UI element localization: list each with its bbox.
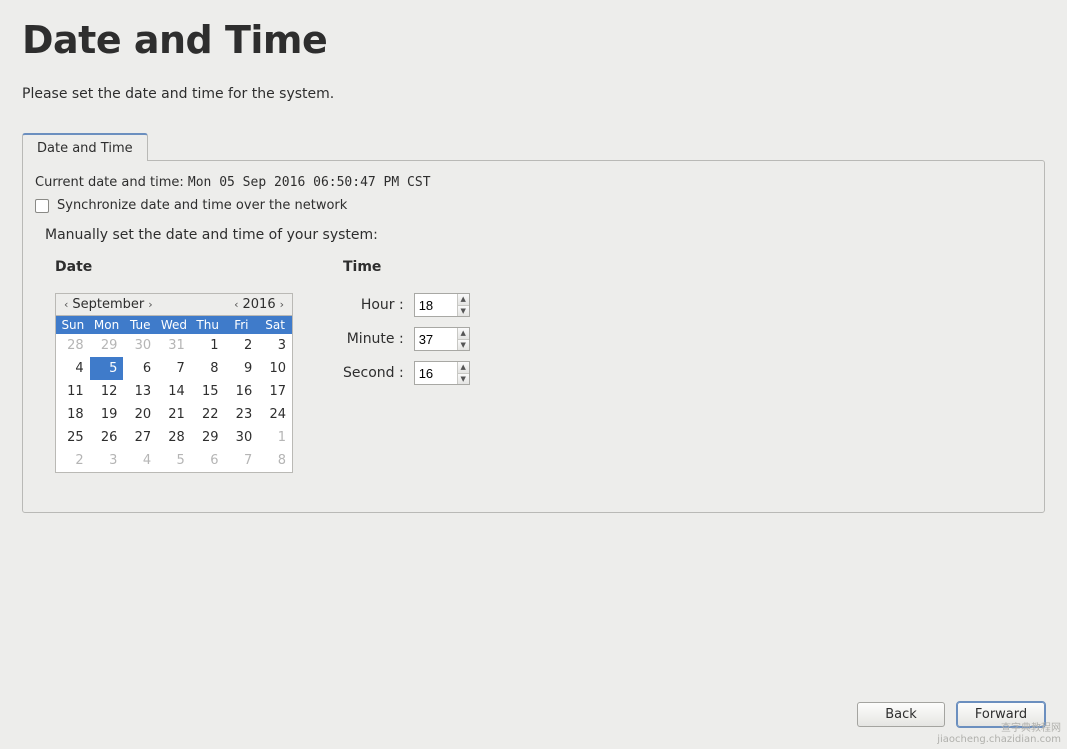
calendar-day[interactable]: 21: [157, 403, 191, 426]
calendar-weekday-header: Tue: [123, 316, 157, 334]
calendar-weekday-header: Sun: [56, 316, 90, 334]
calendar-day[interactable]: 30: [225, 426, 259, 449]
calendar-day[interactable]: 7: [157, 357, 191, 380]
second-input[interactable]: [415, 362, 457, 384]
calendar-day[interactable]: 1: [191, 334, 225, 357]
current-datetime-value: Mon 05 Sep 2016 06:50:47 PM CST: [188, 175, 431, 190]
calendar-day[interactable]: 18: [56, 403, 90, 426]
current-datetime-label: Current date and time:: [35, 175, 184, 190]
hour-up-button[interactable]: ▲: [458, 294, 469, 306]
minute-input[interactable]: [415, 328, 457, 350]
calendar-weekday-header: Wed: [157, 316, 191, 334]
calendar-day[interactable]: 30: [123, 334, 157, 357]
calendar-day[interactable]: 2: [56, 449, 90, 472]
calendar-day[interactable]: 23: [225, 403, 259, 426]
tab-date-and-time[interactable]: Date and Time: [22, 133, 148, 161]
calendar-day[interactable]: 9: [225, 357, 259, 380]
calendar-day[interactable]: 29: [191, 426, 225, 449]
calendar-weekday-header: Sat: [258, 316, 292, 334]
calendar-day[interactable]: 2: [225, 334, 259, 357]
next-month-button[interactable]: ›: [146, 298, 154, 311]
calendar-weekday-header: Thu: [191, 316, 225, 334]
next-year-button[interactable]: ›: [278, 298, 286, 311]
manual-set-label: Manually set the date and time of your s…: [45, 227, 1032, 243]
page-title: Date and Time: [22, 18, 1045, 62]
hour-label: Hour :: [343, 297, 404, 313]
calendar-day[interactable]: 25: [56, 426, 90, 449]
calendar-month-label: September: [72, 297, 144, 312]
minute-spinner[interactable]: ▲ ▼: [414, 327, 470, 351]
tab-panel: Current date and time: Mon 05 Sep 2016 0…: [22, 160, 1045, 513]
calendar-day[interactable]: 11: [56, 380, 90, 403]
calendar-weekday-header: Fri: [225, 316, 259, 334]
minute-up-button[interactable]: ▲: [458, 328, 469, 340]
calendar-day[interactable]: 20: [123, 403, 157, 426]
calendar-weekday-header: Mon: [90, 316, 124, 334]
intro-text: Please set the date and time for the sys…: [22, 86, 1045, 102]
sync-network-checkbox[interactable]: [35, 199, 49, 213]
calendar-day[interactable]: 24: [258, 403, 292, 426]
calendar-day[interactable]: 4: [123, 449, 157, 472]
prev-month-button[interactable]: ‹: [62, 298, 70, 311]
calendar-day[interactable]: 17: [258, 380, 292, 403]
calendar: ‹ September › ‹ 2016 › SunMonTueWed: [55, 293, 293, 473]
minute-label: Minute :: [343, 331, 404, 347]
calendar-day[interactable]: 1: [258, 426, 292, 449]
calendar-day[interactable]: 6: [123, 357, 157, 380]
prev-year-button[interactable]: ‹: [232, 298, 240, 311]
calendar-day[interactable]: 15: [191, 380, 225, 403]
calendar-day[interactable]: 8: [258, 449, 292, 472]
calendar-day[interactable]: 28: [56, 334, 90, 357]
calendar-day[interactable]: 27: [123, 426, 157, 449]
calendar-day[interactable]: 6: [191, 449, 225, 472]
calendar-day[interactable]: 3: [90, 449, 124, 472]
calendar-day[interactable]: 28: [157, 426, 191, 449]
second-spinner[interactable]: ▲ ▼: [414, 361, 470, 385]
time-heading: Time: [343, 259, 470, 275]
second-down-button[interactable]: ▼: [458, 374, 469, 385]
calendar-day[interactable]: 5: [90, 357, 124, 380]
calendar-day[interactable]: 16: [225, 380, 259, 403]
calendar-day[interactable]: 14: [157, 380, 191, 403]
calendar-day[interactable]: 4: [56, 357, 90, 380]
minute-down-button[interactable]: ▼: [458, 340, 469, 351]
hour-spinner[interactable]: ▲ ▼: [414, 293, 470, 317]
calendar-day[interactable]: 7: [225, 449, 259, 472]
calendar-day[interactable]: 10: [258, 357, 292, 380]
second-up-button[interactable]: ▲: [458, 362, 469, 374]
calendar-day[interactable]: 12: [90, 380, 124, 403]
forward-button[interactable]: Forward: [957, 702, 1045, 727]
back-button[interactable]: Back: [857, 702, 945, 727]
calendar-grid: SunMonTueWedThuFriSat 282930311234567891…: [56, 316, 292, 472]
calendar-day[interactable]: 19: [90, 403, 124, 426]
calendar-year-label: 2016: [243, 297, 276, 312]
sync-network-label: Synchronize date and time over the netwo…: [57, 198, 347, 213]
calendar-day[interactable]: 22: [191, 403, 225, 426]
date-heading: Date: [55, 259, 293, 275]
calendar-day[interactable]: 29: [90, 334, 124, 357]
calendar-day[interactable]: 13: [123, 380, 157, 403]
hour-input[interactable]: [415, 294, 457, 316]
second-label: Second :: [343, 365, 404, 381]
calendar-day[interactable]: 26: [90, 426, 124, 449]
hour-down-button[interactable]: ▼: [458, 306, 469, 317]
calendar-day[interactable]: 8: [191, 357, 225, 380]
calendar-day[interactable]: 3: [258, 334, 292, 357]
calendar-day[interactable]: 31: [157, 334, 191, 357]
calendar-day[interactable]: 5: [157, 449, 191, 472]
